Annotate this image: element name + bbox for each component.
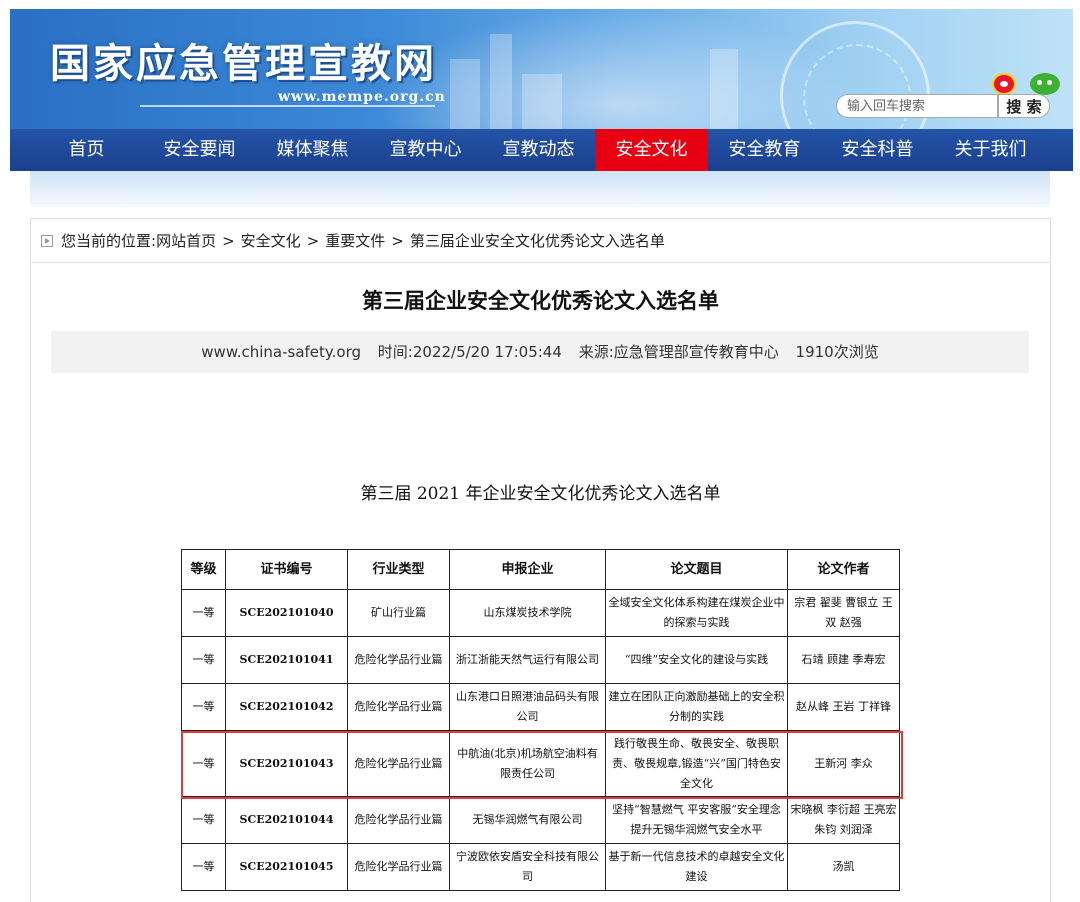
table-row: 一等 SCE202101043 危险化学品行业篇 中航油(北京)机场航空油料有限… bbox=[181, 730, 900, 797]
cell-grade: 一等 bbox=[181, 796, 226, 844]
cell-grade: 一等 bbox=[181, 730, 226, 797]
cell-company: 宁波欧依安盾安全科技有限公司 bbox=[449, 843, 606, 891]
search-input[interactable] bbox=[836, 94, 998, 118]
cell-company: 山东港口日照港油品码头有限公司 bbox=[449, 683, 606, 731]
nav-item-safety-culture[interactable]: 安全文化 bbox=[595, 129, 708, 171]
breadcrumb-separator: > bbox=[222, 231, 235, 250]
cell-cert-no: SCE202101042 bbox=[225, 683, 348, 731]
cell-industry: 危险化学品行业篇 bbox=[347, 683, 450, 731]
meta-views: 1910次浏览 bbox=[795, 343, 879, 361]
cell-industry: 矿山行业篇 bbox=[347, 589, 450, 637]
cell-paper-title: 建立在团队正向激励基础上的安全积分制的实践 bbox=[605, 683, 788, 731]
breadcrumb-important-docs[interactable]: 重要文件 bbox=[325, 230, 385, 251]
nav-item-about-us[interactable]: 关于我们 bbox=[934, 129, 1047, 171]
article-meta: www.china-safety.org 时间:2022/5/20 17:05:… bbox=[51, 331, 1029, 373]
cell-authors: 汤凯 bbox=[787, 843, 900, 891]
cell-company: 中航油(北京)机场航空油料有限责任公司 bbox=[449, 730, 606, 797]
banner-building bbox=[710, 49, 738, 129]
table-row: 一等 SCE202101045 危险化学品行业篇 宁波欧依安盾安全科技有限公司 … bbox=[181, 843, 900, 891]
cell-industry: 危险化学品行业篇 bbox=[347, 843, 450, 891]
breadcrumb-safety-culture[interactable]: 安全文化 bbox=[241, 230, 301, 251]
nav-item-safety-education[interactable]: 安全教育 bbox=[708, 129, 821, 171]
banner-building bbox=[450, 59, 480, 129]
cell-grade: 一等 bbox=[181, 683, 226, 731]
col-header-cert-no: 证书编号 bbox=[225, 549, 348, 590]
cell-cert-no: SCE202101041 bbox=[225, 636, 348, 684]
meta-time: 时间:2022/5/20 17:05:44 bbox=[377, 343, 562, 361]
main-nav: 首页 安全要闻 媒体聚焦 宣教中心 宣教动态 安全文化 安全教育 安全科普 关于… bbox=[10, 129, 1073, 171]
wechat-icon[interactable] bbox=[1030, 73, 1060, 95]
col-header-paper-title: 论文题目 bbox=[605, 549, 788, 590]
table-row: 一等 SCE202101040 矿山行业篇 山东煤炭技术学院 全域安全文化体系构… bbox=[181, 589, 900, 637]
cell-industry: 危险化学品行业篇 bbox=[347, 636, 450, 684]
nav-item-education-news[interactable]: 宣教动态 bbox=[482, 129, 595, 171]
cell-authors: 宋晓枫 李衍超 王亮宏 朱钧 刘润泽 bbox=[787, 796, 900, 844]
weibo-icon[interactable] bbox=[992, 73, 1016, 95]
cell-paper-title: 践行敬畏生命、敬畏安全、敬畏职责、敬畏规章,锻造“兴”国门特色安全文化 bbox=[605, 730, 788, 797]
cell-cert-no: SCE202101043 bbox=[225, 730, 348, 797]
banner-building bbox=[522, 74, 562, 129]
table-row: 一等 SCE202101042 危险化学品行业篇 山东港口日照港油品码头有限公司… bbox=[181, 683, 900, 731]
breadcrumb-separator: > bbox=[391, 231, 404, 250]
table-header-row: 等级 证书编号 行业类型 申报企业 论文题目 论文作者 bbox=[181, 549, 900, 590]
cell-company: 浙江浙能天然气运行有限公司 bbox=[449, 636, 606, 684]
cell-company: 山东煤炭技术学院 bbox=[449, 589, 606, 637]
table-title: 第三届 2021 年企业安全文化优秀论文入选名单 bbox=[360, 484, 721, 504]
site-title[interactable]: 国家应急管理宣教网 bbox=[50, 31, 437, 89]
table-row: 一等 SCE202101044 危险化学品行业篇 无锡华润燃气有限公司 坚持“智… bbox=[181, 796, 900, 844]
content-panel: 您当前的位置: 网站首页 > 安全文化 > 重要文件 > 第三届企业安全文化优秀… bbox=[30, 218, 1051, 902]
cell-industry: 危险化学品行业篇 bbox=[347, 796, 450, 844]
meta-site: www.china-safety.org bbox=[201, 343, 362, 361]
article-title: 第三届企业安全文化优秀论文入选名单 bbox=[362, 289, 719, 313]
cell-authors: 王新河 李众 bbox=[787, 730, 900, 797]
table-row: 一等 SCE202101041 危险化学品行业篇 浙江浙能天然气运行有限公司 “… bbox=[181, 636, 900, 684]
cell-cert-no: SCE202101045 bbox=[225, 843, 348, 891]
cell-paper-title: 全域安全文化体系构建在煤炭企业中的探索与实践 bbox=[605, 589, 788, 637]
cell-cert-no: SCE202101040 bbox=[225, 589, 348, 637]
cell-grade: 一等 bbox=[181, 636, 226, 684]
banner-building bbox=[490, 34, 512, 129]
cell-paper-title: “四维”安全文化的建设与实践 bbox=[605, 636, 788, 684]
meta-source: 来源:应急管理部宣传教育中心 bbox=[578, 343, 779, 361]
nav-item-safety-news[interactable]: 安全要闻 bbox=[143, 129, 256, 171]
col-header-company: 申报企业 bbox=[449, 549, 606, 590]
nav-item-safety-science[interactable]: 安全科普 bbox=[821, 129, 934, 171]
breadcrumb-home[interactable]: 网站首页 bbox=[156, 230, 216, 251]
cell-paper-title: 基于新一代信息技术的卓越安全文化建设 bbox=[605, 843, 788, 891]
cell-grade: 一等 bbox=[181, 589, 226, 637]
breadcrumb-current[interactable]: 第三届企业安全文化优秀论文入选名单 bbox=[410, 230, 665, 251]
breadcrumb-prefix: 您当前的位置: bbox=[61, 232, 157, 250]
site-url-underline bbox=[140, 105, 435, 107]
cell-authors: 宗君 翟斐 曹银立 王双 赵强 bbox=[787, 589, 900, 637]
cell-industry: 危险化学品行业篇 bbox=[347, 730, 450, 797]
cell-cert-no: SCE202101044 bbox=[225, 796, 348, 844]
sub-nav-band bbox=[30, 171, 1050, 207]
col-header-industry: 行业类型 bbox=[347, 549, 450, 590]
col-header-authors: 论文作者 bbox=[787, 549, 900, 590]
cell-company: 无锡华润燃气有限公司 bbox=[449, 796, 606, 844]
breadcrumb-separator: > bbox=[306, 231, 320, 250]
nav-item-education-center[interactable]: 宣教中心 bbox=[369, 129, 482, 171]
col-header-grade: 等级 bbox=[181, 549, 226, 590]
site-url: www.mempe.org.cn bbox=[278, 89, 446, 105]
nav-item-home[interactable]: 首页 bbox=[30, 129, 143, 171]
breadcrumb-arrow-icon bbox=[41, 234, 53, 247]
cell-paper-title: 坚持“智慧燃气 平安客服”安全理念 提升无锡华润燃气安全水平 bbox=[605, 796, 788, 844]
results-table: 等级 证书编号 行业类型 申报企业 论文题目 论文作者 一等 SCE202101… bbox=[181, 549, 900, 891]
cell-grade: 一等 bbox=[181, 843, 226, 891]
nav-item-media-focus[interactable]: 媒体聚焦 bbox=[256, 129, 369, 171]
cell-authors: 石靖 顾建 季寿宏 bbox=[787, 636, 900, 684]
cell-authors: 赵从峰 王岩 丁祥锋 bbox=[787, 683, 900, 731]
breadcrumb: 您当前的位置: 网站首页 > 安全文化 > 重要文件 > 第三届企业安全文化优秀… bbox=[31, 219, 1050, 263]
search-button[interactable]: 搜 索 bbox=[998, 94, 1050, 118]
